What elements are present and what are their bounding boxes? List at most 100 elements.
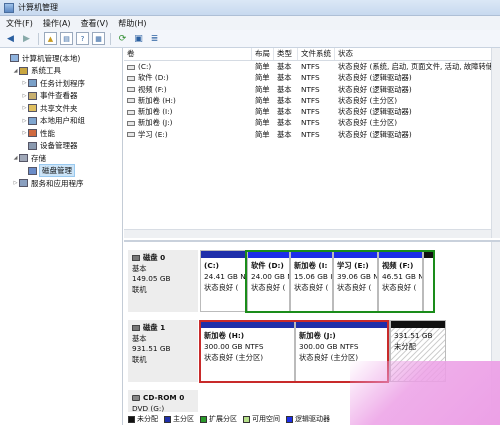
cell-filesystem: NTFS	[301, 118, 320, 128]
disk-status: 联机	[132, 354, 147, 364]
tree-item[interactable]: ▷ 任务计划程序	[0, 77, 122, 90]
partition-block[interactable]: 软件 (D:) 24.00 GB N 状态良好 (	[247, 250, 290, 312]
disk-icon	[132, 325, 140, 332]
cell-volume: 新加卷 (H:)	[124, 95, 252, 106]
cell-volume: 新加卷 (J:)	[124, 117, 252, 128]
tree-item-label: 设备管理器	[40, 141, 78, 151]
cell-volume: 软件 (D:)	[124, 72, 252, 83]
tree-item[interactable]: ▷ 本地用户和组	[0, 115, 122, 128]
cell-status: 状态良好 (逻辑驱动器)	[338, 107, 412, 117]
tree-item[interactable]: 设备管理器	[0, 140, 122, 153]
volume-row[interactable]: (C:) 简单 基本 NTFS 状态良好 (系统, 启动, 页面文件, 活动, 故障转储	[124, 61, 500, 72]
legend: 未分配 主分区 扩展分区 可用空间 逻辑驱动器	[128, 414, 330, 424]
cdrom-info[interactable]: CD-ROM 0 DVD (G:)	[128, 390, 198, 413]
cell-filesystem: NTFS	[301, 62, 320, 71]
menu-view[interactable]: 查看(V)	[81, 18, 109, 29]
tree-item-label: 共享文件夹	[40, 103, 78, 113]
expand-arrow-icon[interactable]: ◢	[12, 155, 19, 161]
volume-icon	[127, 98, 135, 104]
partition-type-bar	[296, 321, 389, 328]
tree-item[interactable]: ▷ 共享文件夹	[0, 102, 122, 115]
partition-size: 46.51 GB N	[382, 272, 423, 281]
menu-action[interactable]: 操作(A)	[43, 18, 71, 29]
toolbar-separator	[38, 32, 39, 45]
partition-block[interactable]: (C:) 24.41 GB N 状态良好 (	[200, 250, 247, 312]
expand-arrow-icon[interactable]: ▷	[21, 80, 28, 86]
partition-block[interactable]	[423, 250, 434, 312]
column-layout[interactable]: 布局	[252, 48, 274, 60]
tree-item[interactable]: ◢ 存储	[0, 152, 122, 165]
cell-layout: 简单	[255, 62, 270, 71]
tree-item-label: 任务计划程序	[40, 78, 85, 88]
refresh-icon[interactable]: ⟳	[116, 32, 129, 45]
tree-item-label: 系统工具	[31, 66, 61, 76]
cell-filesystem: NTFS	[301, 95, 320, 105]
disk-1-info[interactable]: 磁盘 1 基本 931.51 GB 联机	[128, 320, 198, 382]
forward-arrow-icon[interactable]: ▶	[20, 32, 33, 45]
legend-swatch	[243, 415, 250, 423]
toolbar-separator	[110, 32, 111, 45]
expand-arrow-icon[interactable]: ▷	[21, 93, 28, 99]
tree-item[interactable]: ◢ 系统工具	[0, 65, 122, 78]
partition-label: 学习 (E:)	[337, 261, 369, 270]
tree-item[interactable]: ▷ 性能	[0, 127, 122, 140]
volume-row[interactable]: 新加卷 (J:) 简单 基本 NTFS 状态良好 (主分区)	[124, 117, 500, 128]
partition-block[interactable]: 新加卷 (H:) 300.00 GB NTFS 状态良好 (主分区)	[200, 320, 295, 382]
volume-row[interactable]: 视频 (F:) 简单 基本 NTFS 状态良好 (逻辑驱动器)	[124, 84, 500, 95]
list-vertical-scrollbar[interactable]	[491, 48, 500, 238]
tree-item[interactable]: 计算机管理(本地)	[0, 52, 122, 65]
help-icon[interactable]: ?	[76, 32, 89, 45]
column-status[interactable]: 状态	[335, 48, 500, 60]
partition-block[interactable]: 视频 (F:) 46.51 GB N 状态良好 (	[378, 250, 423, 312]
legend-label: 可用空间	[252, 415, 280, 423]
partition-block[interactable]: 学习 (E:) 39.06 GB N 状态良好 (	[333, 250, 378, 312]
tree-item-label: 计算机管理(本地)	[22, 53, 81, 63]
expand-arrow-icon[interactable]: ▷	[21, 105, 28, 111]
legend-label: 逻辑驱动器	[295, 415, 330, 423]
volume-name: 学习 (E:)	[138, 129, 168, 139]
cell-filesystem: NTFS	[301, 73, 320, 83]
volume-row[interactable]: 软件 (D:) 简单 基本 NTFS 状态良好 (逻辑驱动器)	[124, 72, 500, 83]
expand-arrow-icon[interactable]: ▷	[21, 118, 28, 124]
cell-filesystem: NTFS	[301, 107, 320, 117]
tree-item-label: 事件查看器	[40, 91, 78, 101]
horizontal-scrollbar[interactable]	[124, 229, 500, 238]
partition-type-bar	[424, 251, 433, 258]
cell-layout: 简单	[255, 73, 270, 83]
properties-icon[interactable]: ▦	[92, 32, 105, 45]
disk-type: 基本	[132, 263, 147, 273]
disk-management-icon	[28, 166, 37, 175]
legend-swatch	[128, 415, 135, 423]
disk-0-row: 磁盘 0 基本 149.05 GB 联机 (C:) 24.41 GB N 状态良好 (软件 …	[128, 250, 488, 312]
cdrom-name: CD-ROM 0	[143, 393, 185, 402]
tree-item[interactable]: ▷ 服务和应用程序	[0, 177, 122, 190]
tree-item[interactable]: 磁盘管理	[0, 164, 122, 178]
cell-status: 状态良好 (逻辑驱动器)	[338, 84, 412, 94]
volume-row[interactable]: 新加卷 (I:) 简单 基本 NTFS 状态良好 (逻辑驱动器)	[124, 106, 500, 117]
partition-label: 新加卷 (H:)	[204, 331, 245, 340]
menu-help[interactable]: 帮助(H)	[118, 18, 146, 29]
legend-label: 主分区	[173, 415, 194, 423]
disk-properties-icon[interactable]: ▣	[132, 32, 145, 45]
column-type[interactable]: 类型	[274, 48, 298, 60]
list-view-icon[interactable]: ≣	[148, 32, 161, 45]
tree-item[interactable]: ▷ 事件查看器	[0, 90, 122, 103]
cell-filesystem: NTFS	[301, 84, 320, 94]
volume-row[interactable]: 新加卷 (H:) 简单 基本 NTFS 状态良好 (主分区)	[124, 95, 500, 106]
volume-row[interactable]: 学习 (E:) 简单 基本 NTFS 状态良好 (逻辑驱动器)	[124, 129, 500, 140]
show-tree-icon[interactable]: ▤	[60, 32, 73, 45]
back-arrow-icon[interactable]: ◀	[4, 32, 17, 45]
partition-block[interactable]: 新加卷 (I: 15.06 GB I 状态良好 (	[290, 250, 333, 312]
disk-0-info[interactable]: 磁盘 0 基本 149.05 GB 联机	[128, 250, 198, 312]
up-folder-icon[interactable]: ▲	[44, 32, 57, 45]
cell-status: 状态良好 (系统, 启动, 页面文件, 活动, 故障转储	[338, 62, 494, 71]
cell-type: 基本	[277, 84, 292, 94]
column-volume[interactable]: 卷	[124, 48, 252, 60]
expand-arrow-icon[interactable]: ▷	[12, 180, 19, 186]
column-filesystem[interactable]: 文件系统	[298, 48, 335, 60]
partition-status: 未分配	[394, 342, 416, 351]
expand-arrow-icon[interactable]: ▷	[21, 130, 28, 136]
expand-arrow-icon[interactable]: ◢	[12, 68, 19, 74]
partition-size: 24.00 GB N	[251, 272, 290, 281]
menu-file[interactable]: 文件(F)	[6, 18, 33, 29]
